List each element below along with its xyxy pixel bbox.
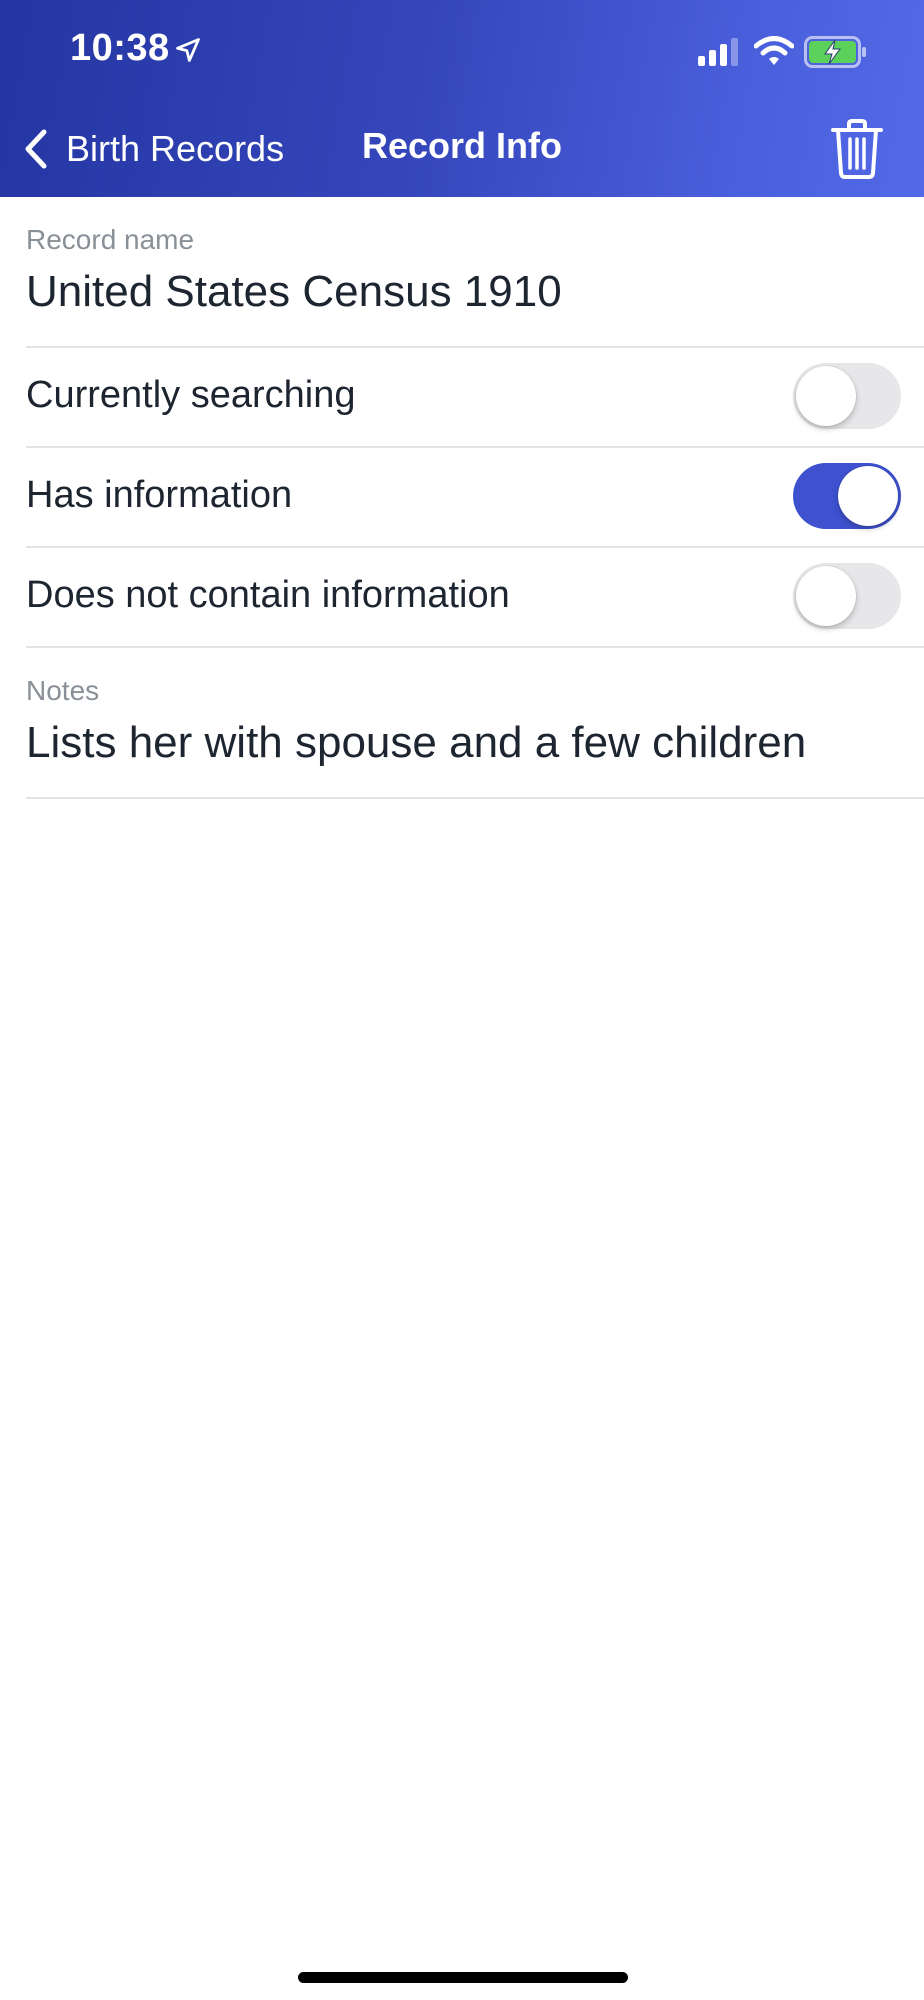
notes-label: Notes xyxy=(26,675,100,706)
cellular-signal-icon xyxy=(698,38,738,66)
back-button-label: Birth Records xyxy=(66,128,285,169)
status-bar: 10:38 xyxy=(0,0,924,100)
toggle-knob xyxy=(796,566,856,626)
status-time: 10:38 xyxy=(70,27,170,69)
navigation-header: 10:38 Birth Records Record Info xyxy=(0,0,924,197)
has-information-label: Has information xyxy=(26,474,293,516)
trash-icon[interactable] xyxy=(828,118,886,180)
notes-field[interactable]: Notes Lists her with spouse and a few ch… xyxy=(26,648,924,799)
currently-searching-label: Currently searching xyxy=(26,374,356,416)
page-title: Record Info xyxy=(361,125,562,166)
has-information-toggle[interactable] xyxy=(793,463,901,529)
wifi-icon xyxy=(754,36,794,65)
does-not-contain-information-row: Does not contain information xyxy=(26,548,924,648)
location-arrow-icon xyxy=(176,38,200,62)
has-information-row: Has information xyxy=(26,448,924,548)
home-indicator[interactable] xyxy=(298,1972,628,1983)
toggle-knob xyxy=(796,366,856,426)
currently-searching-row: Currently searching xyxy=(26,348,924,448)
record-name-value[interactable]: United States Census 1910 xyxy=(26,267,562,317)
record-form: Record name United States Census 1910 Cu… xyxy=(0,197,924,799)
toggle-knob xyxy=(838,466,898,526)
currently-searching-toggle[interactable] xyxy=(793,363,901,429)
battery-charging-icon xyxy=(804,36,866,68)
chevron-left-icon xyxy=(25,129,47,169)
does-not-contain-information-toggle[interactable] xyxy=(793,563,901,629)
back-button[interactable]: Birth Records xyxy=(22,118,284,180)
notes-value[interactable]: Lists her with spouse and a few children xyxy=(26,718,806,768)
does-not-contain-information-label: Does not contain information xyxy=(26,574,510,616)
record-name-field[interactable]: Record name United States Census 1910 xyxy=(26,197,924,348)
record-name-label: Record name xyxy=(26,224,195,255)
